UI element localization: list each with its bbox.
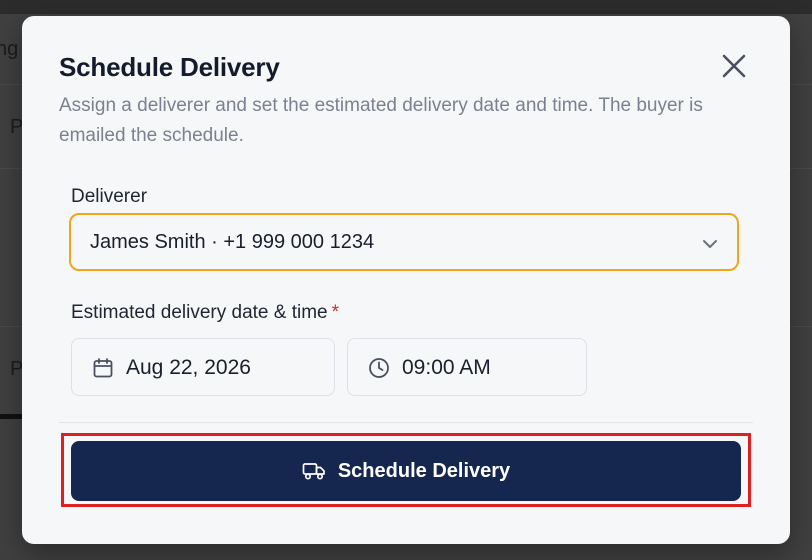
calendar-icon bbox=[93, 358, 113, 378]
clock-icon bbox=[369, 358, 389, 378]
delivery-date-input[interactable]: Aug 22, 2026 bbox=[71, 338, 335, 396]
close-icon bbox=[722, 54, 746, 78]
dialog-title: Schedule Delivery bbox=[59, 52, 280, 82]
deliverer-selected-value: James Smith · +1 999 000 1234 bbox=[90, 231, 375, 253]
background-text: ng bbox=[0, 38, 19, 60]
delivery-time-input[interactable]: 09:00 AM bbox=[347, 338, 587, 396]
delivery-time-value: 09:00 AM bbox=[402, 356, 491, 379]
chevron-down-icon bbox=[703, 240, 717, 248]
schedule-delivery-dialog: Schedule Delivery Assign a deliverer and… bbox=[22, 16, 790, 544]
schedule-delivery-button[interactable]: Schedule Delivery bbox=[71, 441, 741, 501]
close-button[interactable] bbox=[720, 52, 748, 80]
truck-icon bbox=[302, 463, 325, 480]
delivery-datetime-label: Estimated delivery date & time * bbox=[71, 302, 339, 324]
background-top-bar bbox=[0, 0, 812, 14]
deliverer-select[interactable]: James Smith · +1 999 000 1234 bbox=[69, 213, 739, 271]
footer-divider bbox=[59, 422, 753, 423]
schedule-delivery-button-label: Schedule Delivery bbox=[337, 459, 511, 482]
required-marker: * bbox=[331, 302, 340, 323]
deliverer-label: Deliverer bbox=[71, 186, 148, 207]
delivery-datetime-label-text: Estimated delivery date & time bbox=[71, 302, 328, 323]
delivery-date-value: Aug 22, 2026 bbox=[126, 356, 251, 379]
dialog-description: Assign a deliverer and set the estimated… bbox=[59, 95, 703, 146]
